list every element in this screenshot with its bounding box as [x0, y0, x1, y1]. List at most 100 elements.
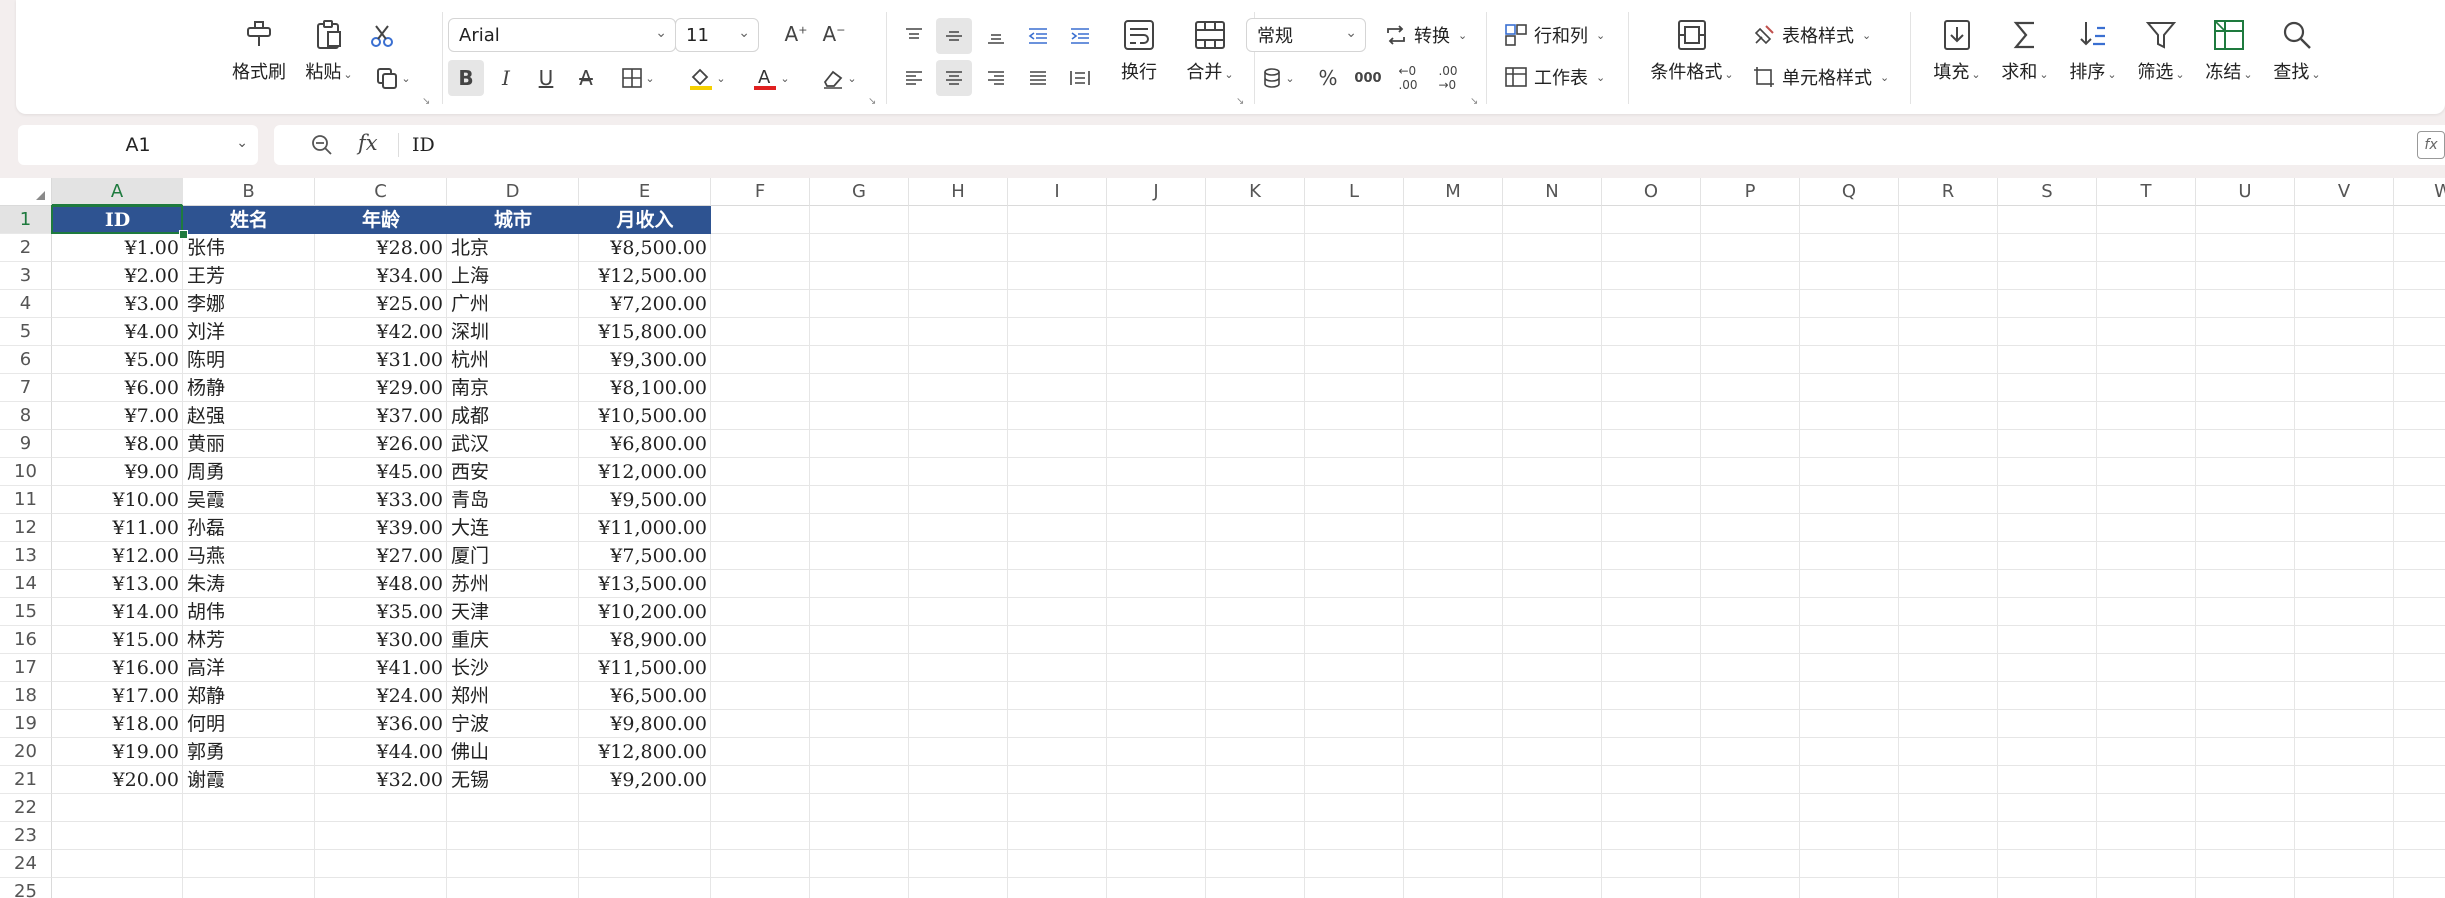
align-left-button[interactable]	[896, 60, 932, 96]
table-cell[interactable]: ¥30.00	[315, 626, 447, 654]
font-name-select[interactable]: Arial ⌄	[448, 18, 676, 52]
table-cell[interactable]: ¥8.00	[52, 430, 183, 458]
table-cell[interactable]: ¥35.00	[315, 598, 447, 626]
sort-button[interactable]: 排序 ⌄	[2058, 0, 2128, 84]
row-header[interactable]: 1	[0, 206, 52, 234]
decrease-indent-button[interactable]	[1020, 18, 1056, 54]
table-cell[interactable]: 孙磊	[183, 514, 315, 542]
table-header-cell[interactable]: 姓名	[183, 206, 315, 234]
copy-button[interactable]: ⌄	[368, 60, 418, 96]
row-header[interactable]: 11	[0, 486, 52, 514]
row-header[interactable]: 6	[0, 346, 52, 374]
table-cell[interactable]: ¥13.00	[52, 570, 183, 598]
table-cell[interactable]: ¥31.00	[315, 346, 447, 374]
cell-style-button[interactable]: 单元格样式 ⌄	[1752, 64, 1889, 90]
row-header[interactable]: 19	[0, 710, 52, 738]
row-header[interactable]: 20	[0, 738, 52, 766]
freeze-button[interactable]: 冻结 ⌄	[2194, 0, 2264, 84]
select-all-button[interactable]	[0, 178, 52, 206]
paste-button[interactable]: 粘贴 ⌄	[294, 0, 364, 84]
align-bottom-button[interactable]	[978, 18, 1014, 54]
percent-button[interactable]: %	[1310, 60, 1346, 96]
row-header[interactable]: 8	[0, 402, 52, 430]
row-header[interactable]: 4	[0, 290, 52, 318]
column-header[interactable]: N	[1503, 178, 1602, 206]
filter-button[interactable]: 筛选 ⌄	[2126, 0, 2196, 84]
table-cell[interactable]: 青岛	[447, 486, 579, 514]
table-cell[interactable]: ¥4.00	[52, 318, 183, 346]
column-header[interactable]: W	[2394, 178, 2445, 206]
table-cell[interactable]: ¥8,900.00	[579, 626, 711, 654]
dialog-launcher-icon[interactable]: ↘	[422, 96, 430, 107]
table-cell[interactable]: 郑静	[183, 682, 315, 710]
table-cell[interactable]: ¥45.00	[315, 458, 447, 486]
table-cell[interactable]: 高洋	[183, 654, 315, 682]
table-cell[interactable]: 上海	[447, 262, 579, 290]
font-size-select[interactable]: 11 ⌄	[675, 18, 759, 52]
justify-button[interactable]	[1020, 60, 1056, 96]
table-cell[interactable]: ¥41.00	[315, 654, 447, 682]
table-cell[interactable]: ¥9,800.00	[579, 710, 711, 738]
row-header[interactable]: 17	[0, 654, 52, 682]
table-cell[interactable]: 佛山	[447, 738, 579, 766]
cut-button[interactable]	[364, 18, 400, 54]
italic-button[interactable]: I	[488, 60, 524, 96]
table-cell[interactable]: ¥11,000.00	[579, 514, 711, 542]
column-header[interactable]: H	[909, 178, 1008, 206]
table-cell[interactable]: 宁波	[447, 710, 579, 738]
column-header[interactable]: O	[1602, 178, 1701, 206]
dialog-launcher-icon[interactable]: ↘	[1236, 96, 1244, 107]
table-cell[interactable]: ¥10,500.00	[579, 402, 711, 430]
table-cell[interactable]: ¥37.00	[315, 402, 447, 430]
table-cell[interactable]: 大连	[447, 514, 579, 542]
fill-button[interactable]: 填充 ⌄	[1922, 0, 1992, 84]
table-cell[interactable]: ¥15.00	[52, 626, 183, 654]
table-header-cell[interactable]: 城市	[447, 206, 579, 234]
row-header[interactable]: 9	[0, 430, 52, 458]
decrease-decimal-button[interactable]: .00 →0	[1430, 60, 1466, 96]
column-header[interactable]: J	[1107, 178, 1206, 206]
table-cell[interactable]: ¥33.00	[315, 486, 447, 514]
table-cell[interactable]: 北京	[447, 234, 579, 262]
table-cell[interactable]: 李娜	[183, 290, 315, 318]
table-cell[interactable]: 黄丽	[183, 430, 315, 458]
table-cell[interactable]: ¥24.00	[315, 682, 447, 710]
table-cell[interactable]: 何明	[183, 710, 315, 738]
font-color-button[interactable]: A ⌄	[744, 60, 798, 96]
table-cell[interactable]: ¥7.00	[52, 402, 183, 430]
row-column-button[interactable]: 行和列 ⌄	[1504, 22, 1605, 48]
conditional-format-button[interactable]: 条件格式 ⌄	[1642, 0, 1742, 84]
table-cell[interactable]: ¥42.00	[315, 318, 447, 346]
table-cell[interactable]: ¥32.00	[315, 766, 447, 794]
underline-button[interactable]: U	[528, 60, 564, 96]
table-cell[interactable]: 天津	[447, 598, 579, 626]
formula-content[interactable]: ID	[412, 134, 435, 156]
table-cell[interactable]: 厦门	[447, 542, 579, 570]
format-painter-button[interactable]: 格式刷	[224, 0, 294, 84]
row-header[interactable]: 15	[0, 598, 52, 626]
table-cell[interactable]: ¥7,200.00	[579, 290, 711, 318]
decrease-font-button[interactable]: A−	[816, 16, 852, 52]
table-cell[interactable]: ¥29.00	[315, 374, 447, 402]
table-cell[interactable]: ¥34.00	[315, 262, 447, 290]
table-cell[interactable]: 武汉	[447, 430, 579, 458]
column-header[interactable]: F	[711, 178, 810, 206]
table-cell[interactable]: ¥17.00	[52, 682, 183, 710]
column-header[interactable]: Q	[1800, 178, 1899, 206]
row-header[interactable]: 7	[0, 374, 52, 402]
row-header[interactable]: 12	[0, 514, 52, 542]
table-cell[interactable]: ¥6,800.00	[579, 430, 711, 458]
column-header[interactable]: M	[1404, 178, 1503, 206]
column-header[interactable]: P	[1701, 178, 1800, 206]
table-cell[interactable]: 陈明	[183, 346, 315, 374]
table-cell[interactable]: ¥16.00	[52, 654, 183, 682]
table-cell[interactable]: ¥36.00	[315, 710, 447, 738]
table-cell[interactable]: ¥9,300.00	[579, 346, 711, 374]
table-cell[interactable]: ¥44.00	[315, 738, 447, 766]
formula-bar[interactable]: fx ID fx	[274, 125, 2445, 165]
row-header[interactable]: 18	[0, 682, 52, 710]
row-header[interactable]: 24	[0, 850, 52, 878]
table-cell[interactable]: 杭州	[447, 346, 579, 374]
table-header-cell[interactable]: ID	[52, 206, 183, 234]
column-header[interactable]: K	[1206, 178, 1305, 206]
